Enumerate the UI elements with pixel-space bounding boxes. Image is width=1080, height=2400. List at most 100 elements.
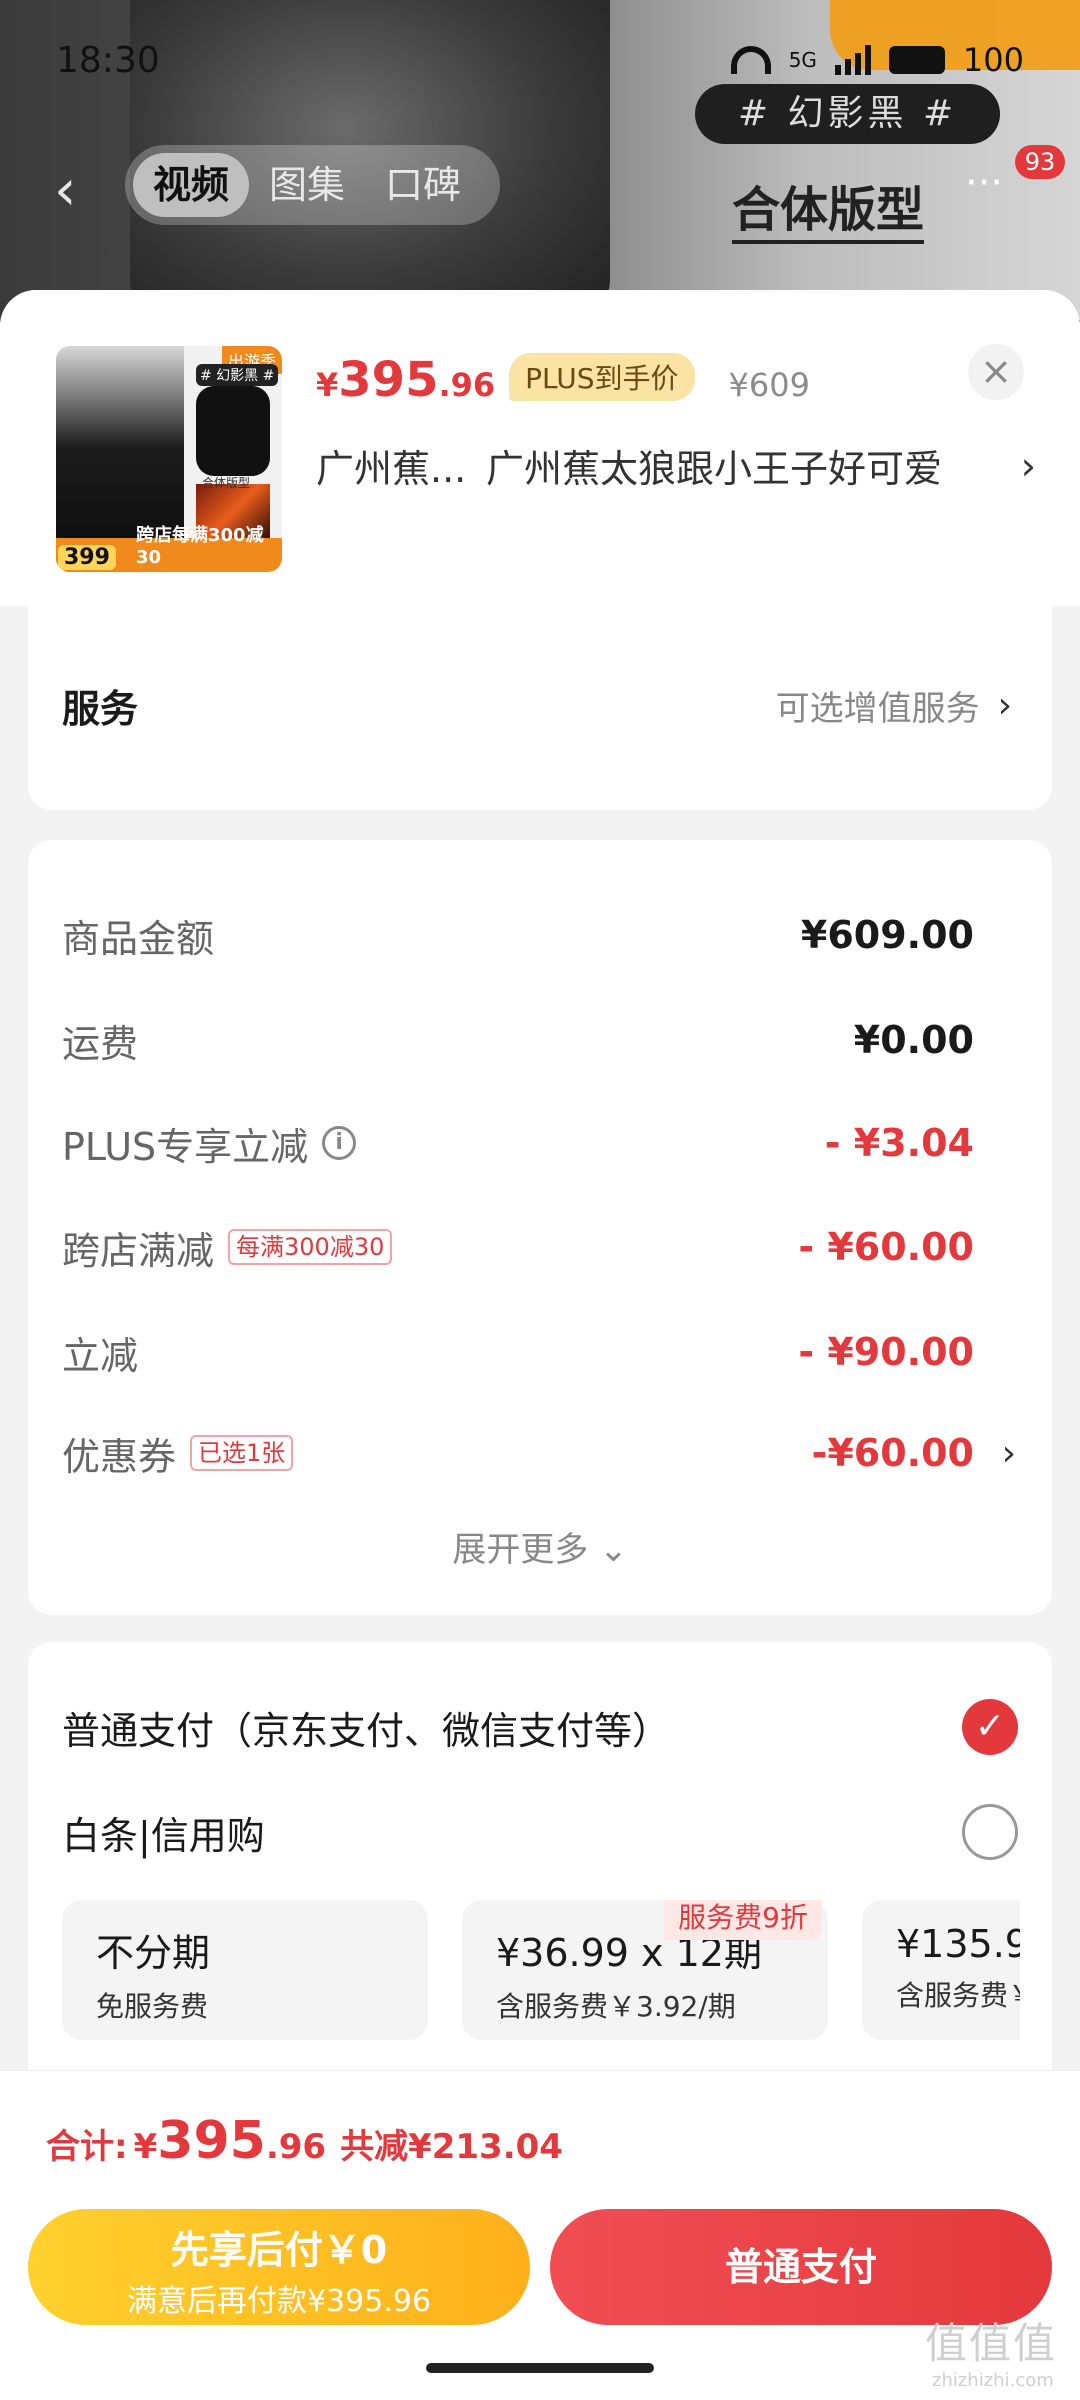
price-dec: .96	[438, 366, 496, 404]
home-indicator[interactable]	[426, 2363, 654, 2373]
color-tag: # 幻影黑 #	[695, 84, 1000, 144]
total-row: 合计: ¥395.96 共减¥213.04	[46, 2111, 563, 2171]
thumb-fit-label: 合体版型	[202, 476, 251, 490]
price-row: ¥395.96 PLUS到手价 ¥609	[316, 352, 810, 409]
chevron-right-icon: ›	[997, 684, 1012, 726]
checkmark-icon[interactable]: ✓	[962, 1699, 1018, 1755]
price-int: 395	[338, 352, 439, 408]
checkout-footer: 合计: ¥395.96 共减¥213.04 先享后付￥0 满意后再付款¥395.…	[0, 2070, 1080, 2400]
installment-plans: 不分期 免服务费 服务费9折 ¥36.99 x 12期 含服务费￥3.92/期 …	[62, 1900, 1020, 2050]
coupon-row[interactable]: 优惠券 已选1张 -¥60.00 ›	[62, 1423, 1016, 1483]
plan-title: 不分期	[96, 1931, 211, 1975]
product-header: 出游季 # 幻影黑 # 合体版型 跨店每满300减30 399 ¥395.96 …	[0, 290, 1080, 606]
plan-sub: 含服务费￥	[896, 1979, 1020, 2012]
baitiao-label: 白条|信用购	[62, 1813, 265, 1858]
chevron-right-icon: ›	[1020, 443, 1036, 488]
normal-pay-button[interactable]: 普通支付	[550, 2209, 1052, 2325]
status-time: 18:30	[56, 39, 160, 81]
direct-discount-value: - ¥90.00	[798, 1330, 974, 1374]
variant-selector[interactable]: 广州蕉... 广州蕉太狼跟小王子好可爱 ›	[316, 438, 1036, 493]
expand-more-link[interactable]: 展开更多 ⌄	[28, 1522, 1052, 1571]
more-icon[interactable]: ···	[965, 160, 1003, 206]
battery-level: 100	[962, 41, 1024, 79]
battery-icon	[888, 46, 945, 74]
cross-store-value: - ¥60.00	[798, 1225, 974, 1269]
goods-amount-row: 商品金额 ¥609.00	[62, 905, 974, 965]
plus-price-badge: PLUS到手价	[509, 353, 695, 401]
status-bar: 18:30 5G 100	[0, 30, 1080, 90]
variant-short: 广州蕉...	[316, 447, 467, 491]
baitiao-option[interactable]: 白条|信用购	[62, 1797, 1018, 1867]
total-saved: 共减¥213.04	[340, 2127, 563, 2167]
cross-store-row: 跨店满减 每满300减30 - ¥60.00	[62, 1217, 974, 1277]
message-count-badge: 93	[1015, 145, 1065, 179]
watermark-sub: zhizhizhi.com	[932, 2370, 1054, 2391]
chevron-right-icon: ›	[1001, 1432, 1016, 1474]
network-label: 5G	[788, 48, 817, 72]
fit-title: 合体版型	[732, 170, 925, 244]
info-icon[interactable]: i	[322, 1126, 357, 1160]
direct-discount-row: 立减 - ¥90.00	[62, 1322, 974, 1382]
plus-discount-label-wrap: PLUS专享立减 i	[62, 1116, 825, 1171]
direct-discount-label: 立减	[62, 1333, 139, 1378]
total-label: 合计:	[46, 2127, 128, 2167]
original-price: ¥609	[728, 366, 810, 404]
total-int: 395	[157, 2111, 266, 2171]
total-currency: ¥	[133, 2127, 158, 2167]
thumb-price: 399	[58, 545, 116, 570]
plan-other[interactable]: ¥135.92 含服务费￥	[862, 1900, 1020, 2040]
coupon-label: 优惠券	[62, 1434, 177, 1479]
wifi-icon	[730, 46, 771, 74]
amount-card: 商品金额 ¥609.00 运费 ¥0.00 PLUS专享立减 i - ¥3.04…	[28, 840, 1052, 1615]
thumb-color-label: # 幻影黑 #	[196, 364, 279, 386]
plan-sub: 含服务费￥3.92/期	[496, 1990, 736, 2023]
service-label: 服务	[62, 686, 139, 731]
cross-store-label: 跨店满减	[62, 1228, 215, 1273]
back-arrow-icon[interactable]: ‹	[54, 158, 76, 223]
media-tabs: 视频 图集 口碑	[125, 145, 500, 225]
goods-amount-label: 商品金额	[62, 916, 215, 961]
plan-no-installment[interactable]: 不分期 免服务费	[62, 1900, 428, 2040]
radio-icon[interactable]	[962, 1804, 1018, 1860]
final-price: ¥395.96	[316, 352, 495, 408]
pay-later-button[interactable]: 先享后付￥0 满意后再付款¥395.96	[28, 2209, 530, 2325]
pay-later-sub: 满意后再付款¥395.96	[126, 2284, 432, 2319]
plus-discount-row: PLUS专享立减 i - ¥3.04	[62, 1113, 974, 1173]
plan-sub: 免服务费	[96, 1990, 209, 2023]
checkout-sheet: 出游季 # 幻影黑 # 合体版型 跨店每满300减30 399 ¥395.96 …	[0, 290, 1080, 2400]
chevron-down-icon: ⌄	[599, 1530, 628, 1570]
shipping-value: ¥0.00	[853, 1018, 974, 1062]
status-icons: 5G 100	[730, 41, 1024, 79]
plus-discount-value: - ¥3.04	[824, 1121, 974, 1165]
product-thumbnail[interactable]: 出游季 # 幻影黑 # 合体版型 跨店每满300减30 399	[56, 346, 282, 572]
pay-later-title: 先享后付￥0	[170, 2228, 388, 2272]
coupon-label-wrap: 优惠券 已选1张	[62, 1426, 812, 1481]
service-row[interactable]: 服务 可选增值服务 ›	[62, 670, 1012, 740]
cross-store-tag: 每满300减30	[228, 1229, 393, 1265]
coupon-value: -¥60.00	[811, 1431, 974, 1475]
tab-gallery[interactable]: 图集	[249, 153, 365, 217]
shipping-row: 运费 ¥0.00	[62, 1010, 974, 1070]
thumb-jacket	[196, 386, 270, 476]
normal-pay-option[interactable]: 普通支付（京东支付、微信支付等） ✓	[62, 1692, 1018, 1762]
plan-12-installments[interactable]: 服务费9折 ¥36.99 x 12期 含服务费￥3.92/期	[462, 1900, 828, 2040]
plus-discount-label: PLUS专享立减	[62, 1124, 309, 1169]
coupon-tag: 已选1张	[190, 1435, 294, 1471]
normal-pay-label: 普通支付（京东支付、微信支付等）	[62, 1708, 671, 1753]
signal-icon	[834, 45, 871, 75]
price-currency: ¥	[316, 366, 339, 404]
shipping-label: 运费	[62, 1021, 139, 1066]
expand-more-label: 展开更多	[452, 1530, 589, 1570]
tab-reviews[interactable]: 口碑	[365, 153, 481, 217]
thumb-promo-text: 跨店每满300减30	[136, 525, 264, 568]
cross-store-label-wrap: 跨店满减 每满300减30	[62, 1220, 798, 1275]
total-dec: .96	[265, 2127, 327, 2167]
watermark: 值值值	[925, 2319, 1058, 2368]
plan-discount-tag: 服务费9折	[664, 1900, 822, 1940]
tab-video[interactable]: 视频	[133, 153, 250, 217]
close-button[interactable]: ×	[968, 344, 1024, 400]
goods-amount-value: ¥609.00	[800, 913, 974, 957]
service-hint: 可选增值服务	[775, 688, 980, 729]
plan-title: ¥135.92	[896, 1922, 1020, 1966]
variant-full: 广州蕉太狼跟小王子好可爱	[486, 447, 943, 491]
